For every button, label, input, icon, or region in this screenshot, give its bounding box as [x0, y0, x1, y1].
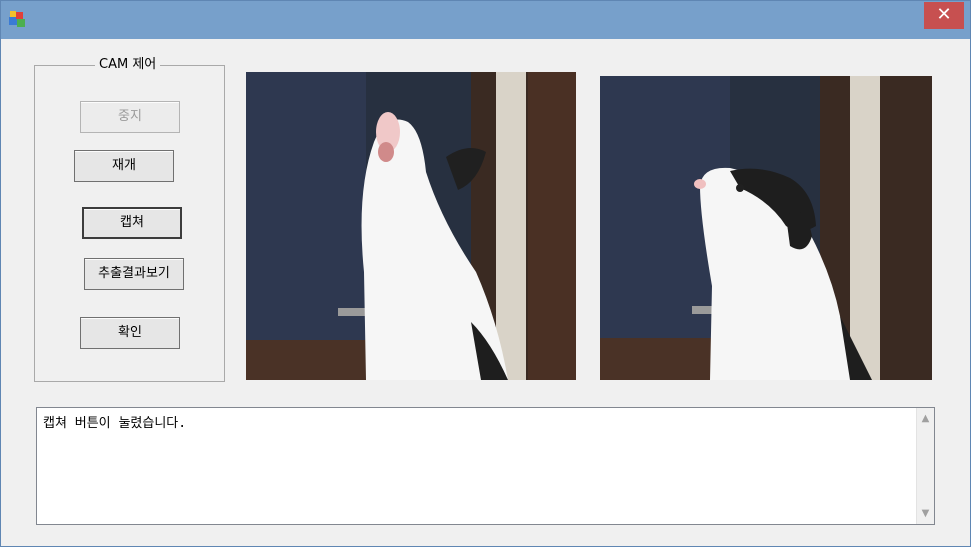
- captured-image: [600, 76, 932, 380]
- close-icon: ✕: [936, 4, 952, 25]
- chevron-up-icon[interactable]: ▲: [917, 410, 934, 427]
- log-message: 캡쳐 버튼이 눌렸습니다.: [43, 416, 187, 431]
- cam-control-group-title: CAM 제어: [95, 56, 161, 74]
- stop-button[interactable]: 중지: [80, 101, 180, 133]
- main-window: ✕ CAM 제어 중지 재개 캡쳐 추출결과보기 확인 캡쳐 버튼이 눌렸습니다…: [0, 0, 971, 547]
- camera-live-view: [246, 72, 576, 380]
- ok-button[interactable]: 확인: [80, 317, 180, 349]
- capture-button[interactable]: 캡쳐: [82, 207, 182, 239]
- log-scrollbar[interactable]: ▲ ▼: [916, 408, 934, 524]
- view-extraction-result-button[interactable]: 추출결과보기: [84, 258, 184, 290]
- log-textbox[interactable]: 캡쳐 버튼이 눌렸습니다. ▲ ▼: [36, 407, 935, 525]
- close-button[interactable]: ✕: [924, 2, 964, 29]
- app-icon: [9, 11, 25, 27]
- resume-button[interactable]: 재개: [74, 150, 174, 182]
- title-bar[interactable]: ✕: [1, 1, 970, 39]
- chevron-down-icon[interactable]: ▼: [917, 505, 934, 522]
